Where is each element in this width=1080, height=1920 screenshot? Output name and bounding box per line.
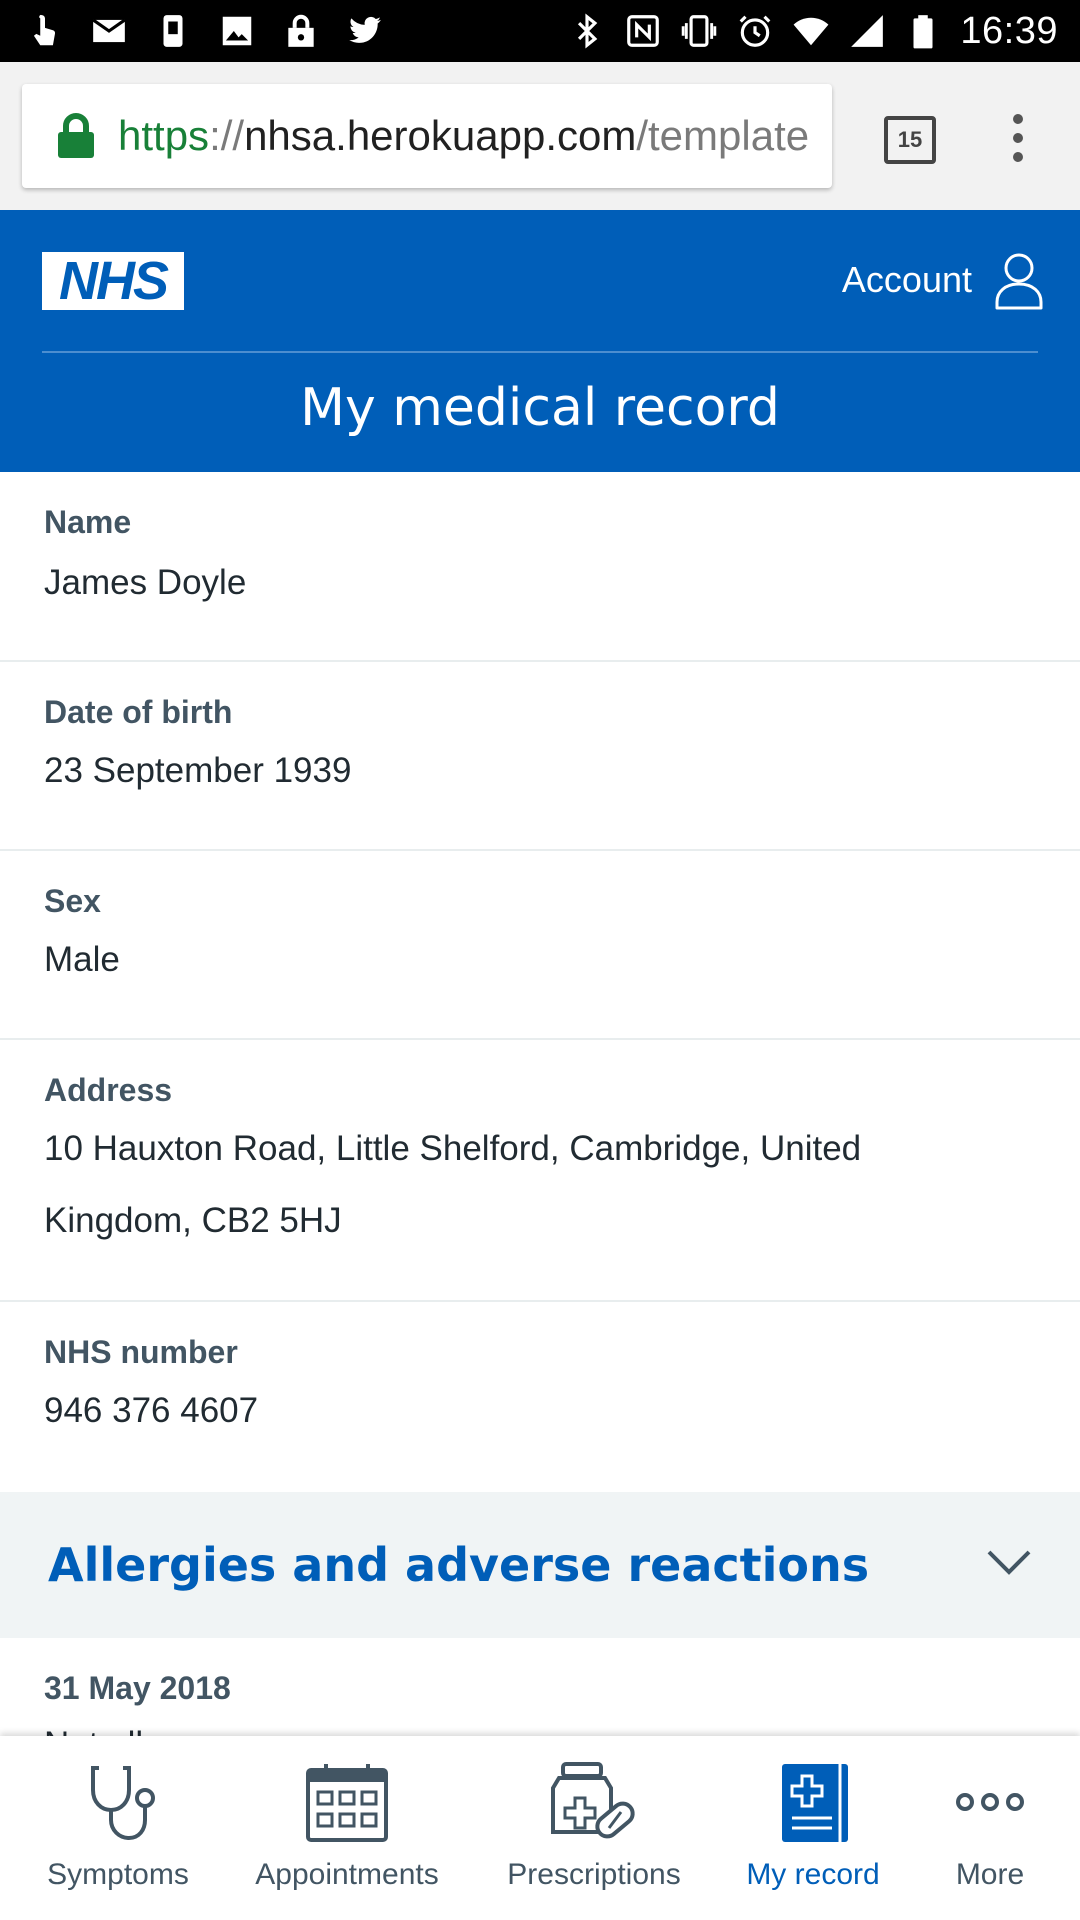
menu-dot-icon — [1013, 152, 1023, 162]
field-label: Date of birth — [44, 694, 233, 730]
nav-more[interactable]: More — [920, 1736, 1060, 1920]
field-value-line: 10 Hauxton Road, Little Shelford, Cambri… — [44, 1129, 862, 1168]
field-value: Male — [44, 940, 120, 979]
nav-symptoms[interactable]: Symptoms — [18, 1736, 218, 1920]
app-header: NHS Account My medical record — [0, 210, 1080, 472]
medical-record-icon — [782, 1764, 848, 1842]
chevron-down-icon — [986, 1548, 1032, 1583]
tab-switcher-button[interactable]: 15 — [884, 116, 936, 164]
twitter-icon — [346, 12, 384, 50]
account-label: Account — [841, 259, 972, 300]
nhs-logo-text: NHS — [58, 251, 169, 311]
menu-dot-icon — [1013, 133, 1023, 143]
nhs-logo[interactable]: NHS — [42, 252, 184, 310]
field-name: Name James Doyle — [0, 472, 1080, 662]
browser-menu-button[interactable] — [1002, 114, 1034, 166]
nav-label: My record — [746, 1858, 880, 1891]
calendar-icon — [306, 1764, 388, 1842]
menu-dot-icon — [1013, 114, 1023, 124]
stethoscope-icon — [91, 1766, 155, 1841]
mail-icon — [90, 12, 128, 50]
allergy-entry-date: 31 May 2018 — [44, 1670, 231, 1706]
field-value-line: Kingdom, CB2 5HJ — [44, 1201, 342, 1240]
bottom-navigation: Symptoms Appointments Prescriptions My r… — [0, 1736, 1080, 1920]
field-sex: Sex Male — [0, 851, 1080, 1040]
vibrate-icon — [680, 12, 718, 50]
touch-icon — [26, 12, 64, 50]
nav-my-record[interactable]: My record — [722, 1736, 904, 1920]
nfc-icon — [624, 12, 662, 50]
image-icon — [218, 12, 256, 50]
user-icon — [995, 253, 1043, 310]
secure-lock-icon — [58, 113, 94, 158]
account-button[interactable]: Account — [842, 250, 1044, 310]
field-label: NHS number — [44, 1334, 238, 1370]
record-details: Name James Doyle Date of birth 23 Septem… — [0, 472, 1080, 1490]
nav-appointments[interactable]: Appointments — [240, 1736, 454, 1920]
page-title: My medical record — [300, 378, 780, 438]
nav-label: Symptoms — [47, 1858, 189, 1891]
field-label: Address — [44, 1072, 173, 1108]
bluetooth-icon — [568, 12, 606, 50]
field-label: Sex — [44, 883, 101, 919]
field-value: 946 376 4607 — [44, 1391, 259, 1430]
nav-label: More — [955, 1858, 1025, 1891]
status-left-icons — [0, 12, 384, 50]
address-bar[interactable]: https://nhsa.herokuapp.com/template — [22, 84, 832, 188]
field-value: 23 September 1939 — [44, 751, 352, 790]
url-host: nhsa.herokuapp.com — [244, 112, 637, 159]
signal-icon — [848, 12, 886, 50]
url-text: https://nhsa.herokuapp.com/template — [118, 112, 809, 160]
status-time: 16:39 — [960, 9, 1058, 52]
pills-icon — [551, 1762, 635, 1839]
field-address: Address 10 Hauxton Road, Little Shelford… — [0, 1040, 1080, 1302]
url-scheme: https — [118, 112, 210, 159]
nav-label: Prescriptions — [507, 1858, 681, 1891]
nav-label: Appointments — [255, 1858, 439, 1891]
browser-toolbar: https://nhsa.herokuapp.com/template 15 — [0, 62, 1080, 210]
status-right-icons: 16:39 — [568, 10, 1080, 53]
field-label: Name — [44, 504, 132, 540]
nav-prescriptions[interactable]: Prescriptions — [492, 1736, 696, 1920]
field-value: James Doyle — [44, 563, 247, 602]
lock-icon — [282, 12, 320, 50]
allergies-section-title: Allergies and adverse reactions — [48, 1538, 870, 1592]
field-nhs-number: NHS number 946 376 4607 — [0, 1302, 1080, 1490]
header-divider — [42, 351, 1038, 353]
allergies-section-toggle[interactable]: Allergies and adverse reactions — [0, 1492, 1080, 1638]
phone-icon — [154, 12, 192, 50]
alarm-icon — [736, 12, 774, 50]
url-separator: :// — [209, 112, 245, 159]
wifi-icon — [792, 12, 830, 50]
more-icon — [956, 1793, 1024, 1811]
status-bar: 16:39 — [0, 0, 1080, 62]
url-path: /template — [636, 112, 810, 159]
battery-icon — [904, 12, 942, 50]
field-date-of-birth: Date of birth 23 September 1939 — [0, 662, 1080, 851]
